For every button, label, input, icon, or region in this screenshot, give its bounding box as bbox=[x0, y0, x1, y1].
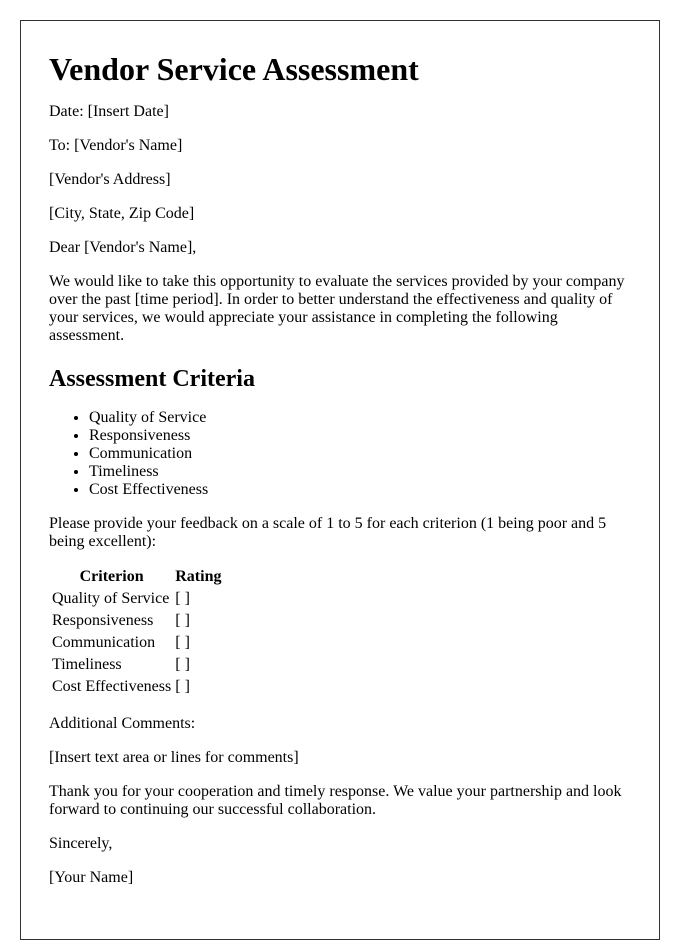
intro-paragraph: We would like to take this opportunity t… bbox=[49, 273, 625, 344]
rating-cell[interactable]: [ ] bbox=[174, 677, 222, 697]
city-line: [City, State, Zip Code] bbox=[49, 205, 195, 222]
list-item: Quality of Service bbox=[89, 409, 631, 427]
recipient-line: To: [Vendor's Name] bbox=[49, 137, 183, 154]
criterion-cell: Timeliness bbox=[52, 656, 122, 673]
list-item: Cost Effectiveness bbox=[89, 481, 631, 499]
rating-cell[interactable]: [ ] bbox=[174, 611, 222, 631]
comments-placeholder: [Insert text area or lines for comments] bbox=[49, 749, 299, 766]
address-line: [Vendor's Address] bbox=[49, 171, 171, 188]
criteria-list: Quality of Service Responsiveness Commun… bbox=[49, 409, 631, 499]
comments-label: Additional Comments: bbox=[49, 715, 196, 732]
table-row: Cost Effectiveness [ ] bbox=[51, 677, 222, 697]
signature: [Your Name] bbox=[49, 869, 134, 886]
rating-cell[interactable]: [ ] bbox=[174, 589, 222, 609]
salutation: Dear [Vendor's Name], bbox=[49, 239, 197, 256]
signoff: Sincerely, bbox=[49, 835, 113, 852]
criterion-cell: Cost Effectiveness bbox=[52, 678, 172, 695]
criteria-heading: Assessment Criteria bbox=[49, 366, 255, 392]
criterion-cell: Responsiveness bbox=[52, 612, 154, 629]
document-title: Vendor Service Assessment bbox=[49, 51, 419, 87]
criterion-header: Criterion bbox=[79, 568, 144, 585]
table-row: Responsiveness [ ] bbox=[51, 611, 222, 631]
rating-cell[interactable]: [ ] bbox=[174, 633, 222, 653]
list-item: Responsiveness bbox=[89, 427, 631, 445]
date-line: Date: [Insert Date] bbox=[49, 103, 169, 120]
table-header-row: Criterion Rating bbox=[51, 567, 222, 587]
list-item: Communication bbox=[89, 445, 631, 463]
criterion-cell: Communication bbox=[52, 634, 156, 651]
criterion-cell: Quality of Service bbox=[52, 590, 170, 607]
table-row: Quality of Service [ ] bbox=[51, 589, 222, 609]
letter-page: Vendor Service Assessment Date: [Insert … bbox=[20, 20, 660, 940]
rating-table: Criterion Rating Quality of Service [ ] … bbox=[49, 565, 224, 699]
table-row: Communication [ ] bbox=[51, 633, 222, 653]
scale-instruction: Please provide your feedback on a scale … bbox=[49, 515, 607, 550]
rating-header: Rating bbox=[175, 568, 222, 585]
list-item: Timeliness bbox=[89, 463, 631, 481]
rating-cell[interactable]: [ ] bbox=[174, 655, 222, 675]
table-row: Timeliness [ ] bbox=[51, 655, 222, 675]
closing-paragraph: Thank you for your cooperation and timel… bbox=[49, 783, 622, 818]
